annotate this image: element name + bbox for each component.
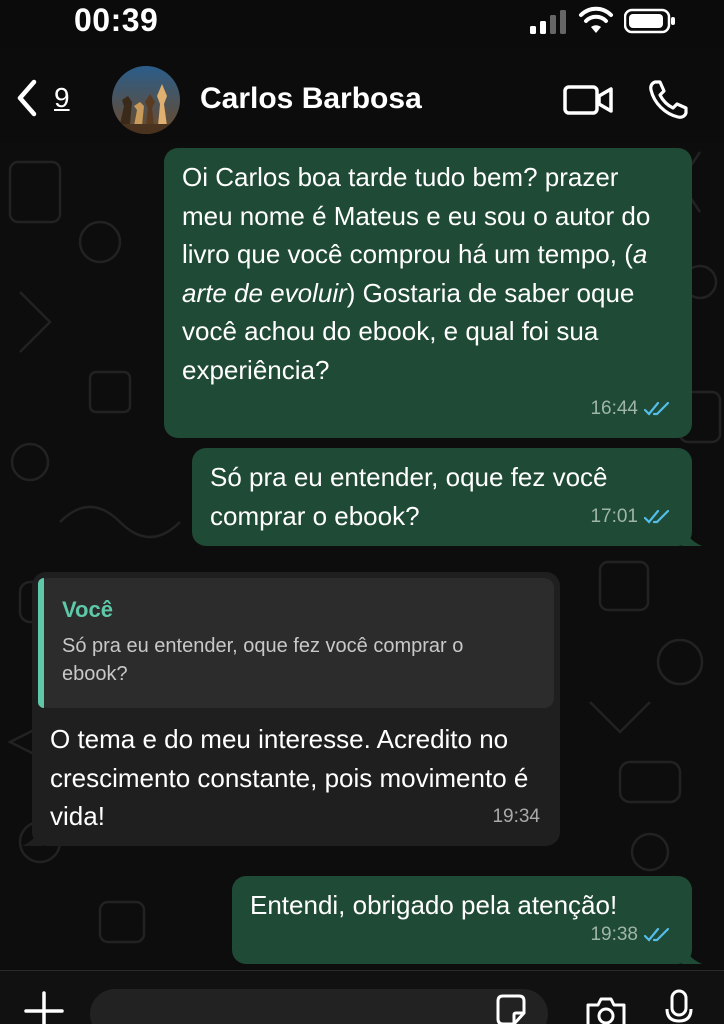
chat-header: 9 Carlos Barbosa [0, 48, 724, 142]
message-meta: 19:34 [492, 798, 540, 837]
quote-author: Você [62, 597, 113, 622]
quote-accent-bar [38, 578, 44, 708]
double-check-read-icon [644, 509, 670, 524]
bubble-tail [682, 526, 702, 546]
message-text: O tema e do meu interesse. Acredito no c… [50, 724, 536, 831]
message-input-bar [0, 970, 724, 1024]
message-bubble-incoming[interactable]: Você Só pra eu entender, oque fez você c… [22, 572, 560, 846]
quote-text: Só pra eu entender, oque fez você compra… [62, 635, 464, 685]
battery-icon [624, 8, 675, 34]
unread-count-link[interactable]: 9 [54, 82, 70, 114]
message-input[interactable] [90, 989, 548, 1024]
chevron-left-icon[interactable] [12, 78, 42, 118]
wifi-icon [579, 6, 613, 33]
message-text: Oi Carlos boa tarde tudo bem? prazer meu… [182, 162, 658, 385]
microphone-icon[interactable] [664, 989, 694, 1024]
phone-call-icon[interactable] [646, 78, 690, 122]
chess-pieces-icon [112, 66, 180, 134]
message-bubble-outgoing[interactable]: Entendi, obrigado pela atenção! 19:38 [232, 876, 702, 964]
message-bubble-outgoing[interactable]: Oi Carlos boa tarde tudo bem? prazer meu… [164, 148, 692, 438]
sticker-icon[interactable] [494, 993, 528, 1024]
message-time: 19:34 [492, 805, 540, 827]
message-time: 16:44 [590, 397, 638, 419]
quoted-message[interactable]: Você Só pra eu entender, oque fez você c… [38, 578, 554, 708]
status-bar: 00:39 [0, 0, 724, 48]
contact-name[interactable]: Carlos Barbosa [200, 82, 422, 116]
message-meta: 16:44 [590, 390, 672, 429]
cellular-signal-icon [530, 10, 566, 34]
bubble-tail [682, 944, 702, 964]
message-meta: 17:01 [590, 498, 672, 537]
double-check-read-icon [644, 927, 670, 942]
message-time: 17:01 [590, 505, 638, 527]
camera-icon[interactable] [584, 995, 628, 1024]
bubble-tail [22, 826, 42, 846]
chat-area[interactable]: Oi Carlos boa tarde tudo bem? prazer meu… [0, 142, 724, 970]
message-time: 19:38 [590, 923, 638, 945]
avatar[interactable] [112, 66, 180, 134]
video-call-icon[interactable] [562, 80, 614, 120]
status-time: 00:39 [74, 2, 159, 38]
message-bubble-outgoing[interactable]: Só pra eu entender, oque fez você compra… [192, 448, 702, 546]
double-check-read-icon [644, 401, 670, 416]
plus-icon[interactable] [24, 991, 64, 1024]
message-meta: 19:38 [590, 916, 672, 955]
